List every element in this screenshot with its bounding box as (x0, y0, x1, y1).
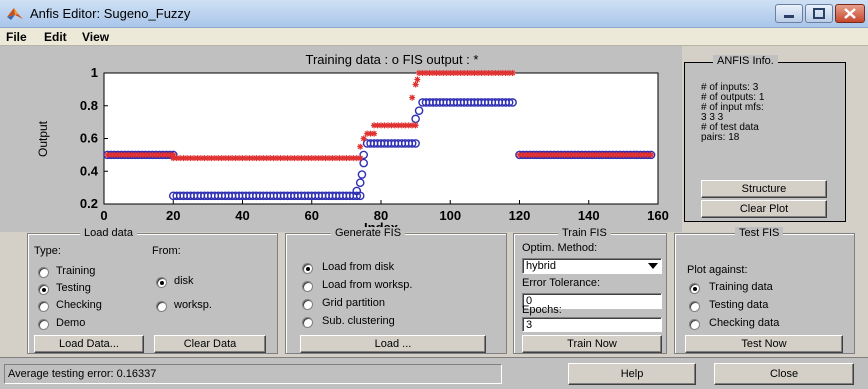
from-label: From: (152, 245, 181, 257)
fis-output-point (648, 151, 655, 158)
menu-view[interactable]: View (82, 30, 109, 44)
radio-grid-partition[interactable] (302, 299, 313, 310)
close-button[interactable]: Close (714, 363, 854, 385)
status-bar: Average testing error: 0.16337 Help Clos… (0, 357, 868, 389)
y-tick-label: 0.6 (80, 131, 98, 146)
y-tick-label: 0.2 (80, 196, 98, 211)
clear-plot-button[interactable]: Clear Plot (701, 200, 827, 218)
radio-type-training[interactable] (38, 267, 49, 278)
x-tick-label: 0 (100, 208, 107, 223)
fis-output-point (412, 122, 419, 129)
chevron-down-icon (648, 263, 658, 269)
title-bar: Anfis Editor: Sugeno_Fuzzy (0, 0, 868, 28)
test-now-button[interactable]: Test Now (685, 335, 843, 353)
type-training-label: Training (56, 265, 96, 277)
plot-testing-label: Testing data (709, 299, 769, 311)
matlab-logo-icon (7, 8, 23, 20)
test-fis-panel: Test FIS Plot against: Training data Tes… (674, 227, 855, 354)
load-data-button[interactable]: Load Data... (34, 335, 144, 353)
plot-against-label: Plot against: (687, 264, 748, 276)
info-line: pairs: 18 (701, 132, 740, 143)
maximize-button[interactable] (805, 4, 833, 23)
fis-output-point (360, 135, 367, 142)
anfis-plot: Training data : o FIS output : * 0 20 40 60… (36, 52, 669, 235)
radio-load-from-disk[interactable] (302, 263, 313, 274)
y-tick-label: 1 (91, 65, 98, 80)
type-testing-label: Testing (56, 282, 91, 294)
radio-type-testing[interactable] (38, 284, 49, 295)
x-tick-label: 20 (166, 208, 180, 223)
fis-output-point (371, 130, 378, 137)
grid-partition-label: Grid partition (322, 297, 385, 309)
type-checking-label: Checking (56, 299, 102, 311)
plot-training-label: Training data (709, 281, 773, 293)
plot-checking-label: Checking data (709, 317, 780, 329)
y-axis-label: Output (36, 120, 50, 157)
type-demo-label: Demo (56, 317, 86, 329)
status-message: Average testing error: 0.16337 (4, 364, 502, 384)
load-from-workspace-label: Load from worksp. (322, 279, 413, 291)
plot-axes-box (103, 72, 659, 205)
x-tick-label: 120 (509, 208, 531, 223)
radio-plot-checking[interactable] (689, 319, 700, 330)
fis-output-point (414, 76, 421, 83)
menu-edit[interactable]: Edit (44, 30, 67, 44)
source-disk-label: disk (174, 275, 194, 287)
anfis-info-panel: ANFIS Info. # of inputs: 3 # of outputs:… (684, 55, 846, 222)
fis-output-point (357, 155, 364, 162)
load-from-disk-label: Load from disk (322, 261, 395, 273)
generate-fis-panel: Generate FIS Load from disk Load from wo… (285, 227, 507, 354)
menu-file[interactable]: File (6, 30, 27, 44)
radio-source-workspace[interactable] (156, 301, 167, 312)
load-data-panel: Load data Type: From: Training Testing C… (27, 227, 278, 354)
test-fis-title: Test FIS (735, 227, 784, 239)
fis-output-point (409, 94, 416, 101)
radio-source-disk[interactable] (156, 277, 167, 288)
optim-method-label: Optim. Method: (522, 242, 598, 254)
structure-button[interactable]: Structure (701, 180, 827, 198)
radio-sub-clustering[interactable] (302, 317, 313, 328)
radio-type-checking[interactable] (38, 301, 49, 312)
optim-method-value: hybrid (526, 260, 556, 272)
radio-plot-testing[interactable] (689, 301, 700, 312)
radio-type-demo[interactable] (38, 319, 49, 330)
x-tick-label: 160 (647, 208, 669, 223)
epochs-input[interactable]: 3 (522, 317, 662, 332)
train-fis-panel: Train FIS Optim. Method: hybrid Error To… (513, 227, 667, 354)
optim-method-select[interactable]: hybrid (522, 258, 662, 274)
generate-fis-title: Generate FIS (331, 227, 406, 239)
type-label: Type: (34, 245, 61, 257)
close-icon (844, 8, 856, 19)
error-tolerance-label: Error Tolerance: (522, 277, 601, 289)
y-tick-label: 0.8 (80, 98, 98, 113)
anfis-info-text: # of inputs: 3 # of outputs: 1 # of inpu… (701, 83, 764, 143)
x-tick-label: 140 (578, 208, 600, 223)
epochs-label: Epochs: (522, 304, 562, 316)
train-fis-title: Train FIS (558, 227, 611, 239)
help-button[interactable]: Help (568, 363, 696, 385)
x-tick-label: 100 (439, 208, 461, 223)
minimize-button[interactable] (775, 4, 803, 23)
train-now-button[interactable]: Train Now (522, 335, 662, 353)
menu-bar: File Edit View (0, 28, 868, 46)
load-data-title: Load data (80, 227, 137, 239)
minimize-icon (784, 15, 794, 18)
window-title: Anfis Editor: Sugeno_Fuzzy (30, 6, 191, 21)
x-tick-label: 40 (235, 208, 249, 223)
x-tick-label: 60 (305, 208, 319, 223)
plot-area: Training data : o FIS output : * 0 20 40 60… (0, 46, 682, 235)
maximize-icon (813, 8, 825, 19)
plot-title: Training data : o FIS output : * (306, 52, 479, 67)
sub-clustering-label: Sub. clustering (322, 315, 395, 327)
clear-data-button[interactable]: Clear Data (154, 335, 266, 353)
fis-output-point (509, 70, 516, 76)
y-tick-label: 0.4 (80, 163, 99, 178)
fis-output-point (357, 143, 364, 150)
radio-plot-training[interactable] (689, 283, 700, 294)
close-window-button[interactable] (835, 4, 865, 23)
generate-load-button[interactable]: Load ... (300, 335, 486, 353)
radio-load-from-workspace[interactable] (302, 281, 313, 292)
anfis-info-title: ANFIS Info. (713, 55, 778, 67)
source-workspace-label: worksp. (174, 299, 212, 311)
